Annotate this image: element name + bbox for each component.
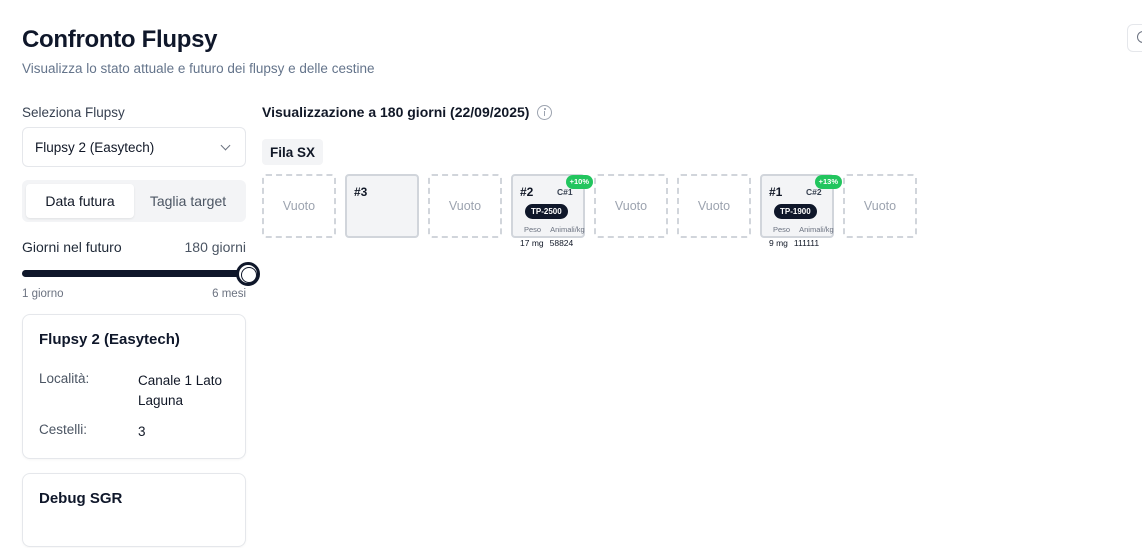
density-value: 111111 <box>793 238 820 248</box>
empty-slot[interactable]: Vuoto <box>843 174 917 238</box>
chevron-down-icon <box>220 140 231 150</box>
density-label: Animali/kg <box>799 225 834 234</box>
row-label: Fila SX <box>262 139 324 165</box>
growth-badge: +10% <box>565 175 593 189</box>
density-value: 58824 <box>549 238 574 248</box>
basket-slots: Vuoto #3 Vuoto #2 C#1 +10% TP-2500 Peso Animali/… <box>262 174 917 248</box>
empty-slot[interactable]: Vuoto <box>428 174 502 238</box>
slider-thumb[interactable] <box>236 262 260 286</box>
stat-labels: Peso Animali/kg <box>773 225 834 234</box>
days-slider-label: Giorni nel futuro <box>22 239 122 255</box>
weight-label: Peso <box>773 225 791 234</box>
weight-label: Peso <box>524 225 542 234</box>
sidebar: Seleziona Flupsy Flupsy 2 (Easytech) Dat… <box>22 100 260 547</box>
debug-sgr-title: Debug SGR <box>39 490 123 507</box>
mode-tabs: Data futura Taglia target <box>22 180 246 222</box>
basket-number: #2 <box>520 185 534 199</box>
slider-fill <box>22 270 246 277</box>
slider-header: Giorni nel futuro 180 giorni <box>22 239 246 255</box>
basket-number: #3 <box>354 185 368 199</box>
stat-labels: Peso Animali/kg <box>524 225 585 234</box>
select-flupsy-label: Seleziona Flupsy <box>22 105 125 120</box>
page-subtitle: Visualizza lo stato attuale e futuro dei… <box>22 61 375 76</box>
weight-value: 17 mg <box>520 238 544 248</box>
slider-scale: 1 giorno 6 mesi <box>22 288 246 300</box>
basket-number: #1 <box>769 185 783 199</box>
page-title: Confronto Flupsy <box>22 26 218 53</box>
empty-slot[interactable]: Vuoto <box>677 174 751 238</box>
tab-taglia-target[interactable]: Taglia target <box>134 184 242 218</box>
size-badge: TP-1900 <box>774 204 817 219</box>
visualization-title-text: Visualizzazione a 180 giorni (22/09/2025… <box>262 104 530 120</box>
days-slider-value: 180 giorni <box>184 239 247 255</box>
info-value: Canale 1 Lato Laguna <box>138 373 223 408</box>
flupsy-select[interactable]: Flupsy 2 (Easytech) <box>22 127 246 167</box>
basket-card[interactable]: #3 <box>345 174 419 238</box>
growth-badge: +13% <box>814 175 842 189</box>
slider-min-label: 1 giorno <box>22 288 64 300</box>
stat-values: 17 mg 58824 <box>520 238 573 248</box>
size-badge: TP-2500 <box>525 204 568 219</box>
flupsy-select-value: Flupsy 2 (Easytech) <box>35 139 155 155</box>
debug-sgr-card: Debug SGR <box>22 473 246 547</box>
visualization-title: Visualizzazione a 180 giorni (22/09/2025… <box>262 104 553 120</box>
weight-value: 9 mg <box>769 238 788 248</box>
info-icon[interactable] <box>537 104 553 120</box>
basket-card[interactable]: #1 C#2 +13% TP-1900 Peso Animali/kg 9 mg 111111 <box>760 174 842 248</box>
info-row-localita: Località: Canale 1 Lato Laguna <box>39 371 229 411</box>
basket-card[interactable]: #2 C#1 +10% TP-2500 Peso Animali/kg 17 mg 58824 <box>511 174 593 248</box>
flupsy-info-card: Flupsy 2 (Easytech) Località: Canale 1 L… <box>22 314 246 459</box>
empty-slot[interactable]: Vuoto <box>262 174 336 238</box>
info-key: Località: <box>39 371 90 386</box>
days-slider[interactable] <box>22 262 260 286</box>
info-row-cestelli: Cestelli: 3 <box>39 422 229 442</box>
settings-icon <box>1137 31 1142 43</box>
density-label: Animali/kg <box>550 225 585 234</box>
info-value: 3 <box>138 424 146 439</box>
tab-data-futura[interactable]: Data futura <box>26 184 134 218</box>
slider-max-label: 6 mesi <box>212 288 246 300</box>
flupsy-info-title: Flupsy 2 (Easytech) <box>39 331 180 348</box>
empty-slot[interactable]: Vuoto <box>594 174 668 238</box>
settings-button[interactable] <box>1127 24 1142 52</box>
info-key: Cestelli: <box>39 422 88 437</box>
stat-values: 9 mg 111111 <box>769 238 819 248</box>
